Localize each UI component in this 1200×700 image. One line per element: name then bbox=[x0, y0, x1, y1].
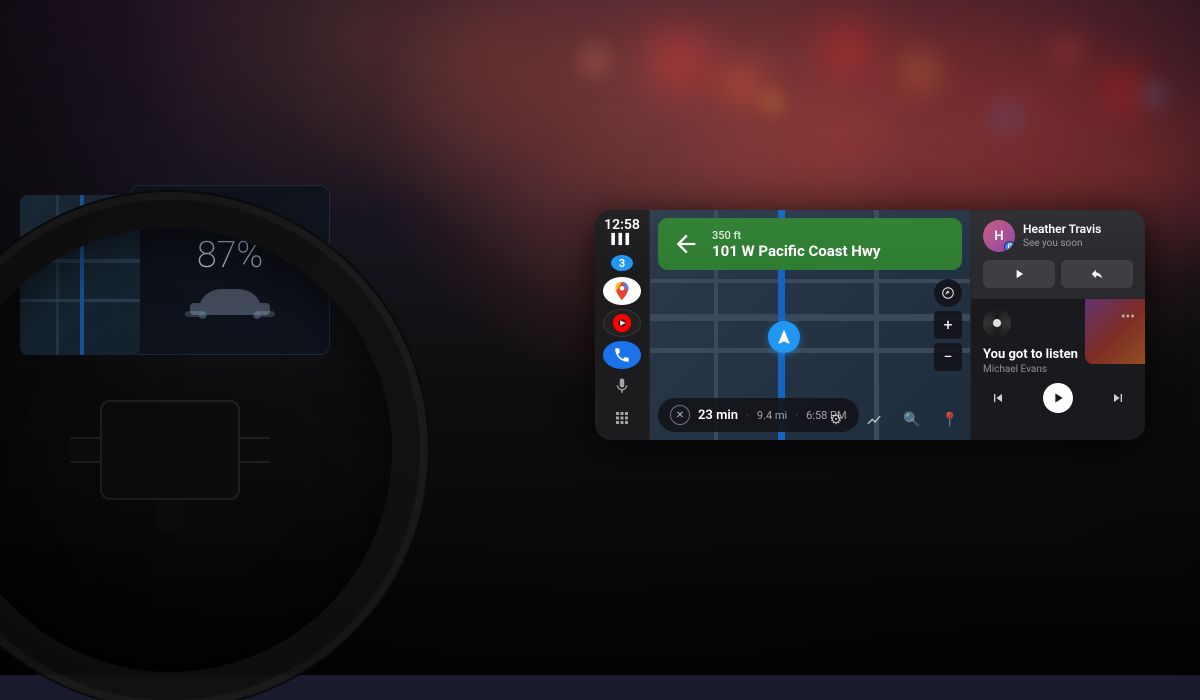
bokeh-1 bbox=[650, 30, 710, 90]
microphone-icon[interactable] bbox=[603, 373, 641, 401]
bokeh-9 bbox=[990, 100, 1025, 135]
vinyl-icon bbox=[983, 309, 1011, 337]
avatar-initial: H bbox=[994, 229, 1003, 244]
bokeh-10 bbox=[1140, 80, 1168, 108]
message-preview: See you soon bbox=[1023, 237, 1101, 250]
bokeh-8 bbox=[760, 90, 785, 115]
nav-instruction-text: 350 ft 101 W Pacific Coast Hwy bbox=[712, 229, 950, 260]
map-toolbar: ⚙ 🔍 📍 bbox=[824, 408, 962, 432]
reply-message-button[interactable] bbox=[1061, 260, 1133, 288]
message-actions bbox=[983, 260, 1133, 288]
bokeh-2 bbox=[720, 60, 765, 105]
location-arrow bbox=[768, 321, 800, 353]
play-pause-button[interactable] bbox=[1043, 383, 1073, 413]
turn-arrow-icon bbox=[670, 228, 702, 260]
zoom-out-button[interactable]: − bbox=[934, 343, 962, 371]
nav-instruction-card: 350 ft 101 W Pacific Coast Hwy bbox=[658, 218, 962, 270]
steering-hub bbox=[100, 400, 240, 500]
message-header: H G Heather Travis See you soon bbox=[983, 220, 1133, 252]
album-art-bg bbox=[1085, 298, 1145, 364]
location-pin-icon[interactable]: 📍 bbox=[938, 408, 962, 432]
bokeh-7 bbox=[580, 45, 610, 75]
google-badge: G bbox=[1004, 241, 1015, 252]
map-road-5 bbox=[650, 279, 970, 283]
next-track-button[interactable] bbox=[1103, 383, 1133, 413]
music-controls bbox=[983, 383, 1133, 413]
map-road-2 bbox=[650, 348, 970, 353]
zoom-in-button[interactable]: + bbox=[934, 311, 962, 339]
eta-close-button[interactable]: ✕ bbox=[670, 405, 690, 425]
bokeh-5 bbox=[1050, 35, 1085, 70]
message-card: H G Heather Travis See you soon bbox=[971, 210, 1145, 298]
right-panel: H G Heather Travis See you soon •• bbox=[970, 210, 1145, 440]
nav-street: 101 W Pacific Coast Hwy bbox=[712, 242, 950, 260]
youtube-music-icon[interactable] bbox=[603, 309, 641, 337]
nav-distance: 350 ft bbox=[712, 229, 950, 242]
music-card: ••• You got to listen Michael Evans bbox=[971, 298, 1145, 440]
android-auto-display: 12:58 ▌▌▌ 3 bbox=[595, 210, 1145, 440]
eta-separator-2: · bbox=[795, 409, 798, 422]
map-area: 350 ft 101 W Pacific Coast Hwy ✕ 23 min … bbox=[650, 210, 970, 440]
apps-grid-icon[interactable] bbox=[603, 404, 641, 432]
sender-avatar: H G bbox=[983, 220, 1015, 252]
message-info: Heather Travis See you soon bbox=[1023, 222, 1101, 249]
maps-app-icon[interactable] bbox=[603, 277, 641, 305]
time-display: 12:58 bbox=[604, 218, 640, 232]
notification-badge[interactable]: 3 bbox=[611, 255, 633, 271]
eta-distance: 9.4 mi bbox=[757, 409, 787, 422]
eta-minutes: 23 min bbox=[698, 408, 738, 423]
map-road-1 bbox=[650, 314, 970, 321]
sidebar-top: 12:58 ▌▌▌ bbox=[604, 218, 640, 245]
map-controls: + − bbox=[934, 279, 962, 371]
bokeh-3 bbox=[820, 20, 875, 75]
bokeh-4 bbox=[900, 50, 940, 90]
prev-track-button[interactable] bbox=[983, 383, 1013, 413]
music-more-button[interactable]: ••• bbox=[1121, 309, 1135, 325]
sidebar: 12:58 ▌▌▌ 3 bbox=[595, 210, 650, 440]
vinyl-center bbox=[993, 319, 1001, 327]
settings-icon[interactable]: ⚙ bbox=[824, 408, 848, 432]
route-icon[interactable] bbox=[862, 408, 886, 432]
signal-bar: ▌▌▌ bbox=[611, 234, 632, 245]
artist-name: Michael Evans bbox=[983, 364, 1133, 375]
compass-button[interactable] bbox=[934, 279, 962, 307]
phone-app-icon[interactable] bbox=[603, 341, 641, 369]
sender-name: Heather Travis bbox=[1023, 222, 1101, 236]
eta-separator: · bbox=[746, 409, 749, 422]
play-message-button[interactable] bbox=[983, 260, 1055, 288]
search-icon[interactable]: 🔍 bbox=[900, 408, 924, 432]
